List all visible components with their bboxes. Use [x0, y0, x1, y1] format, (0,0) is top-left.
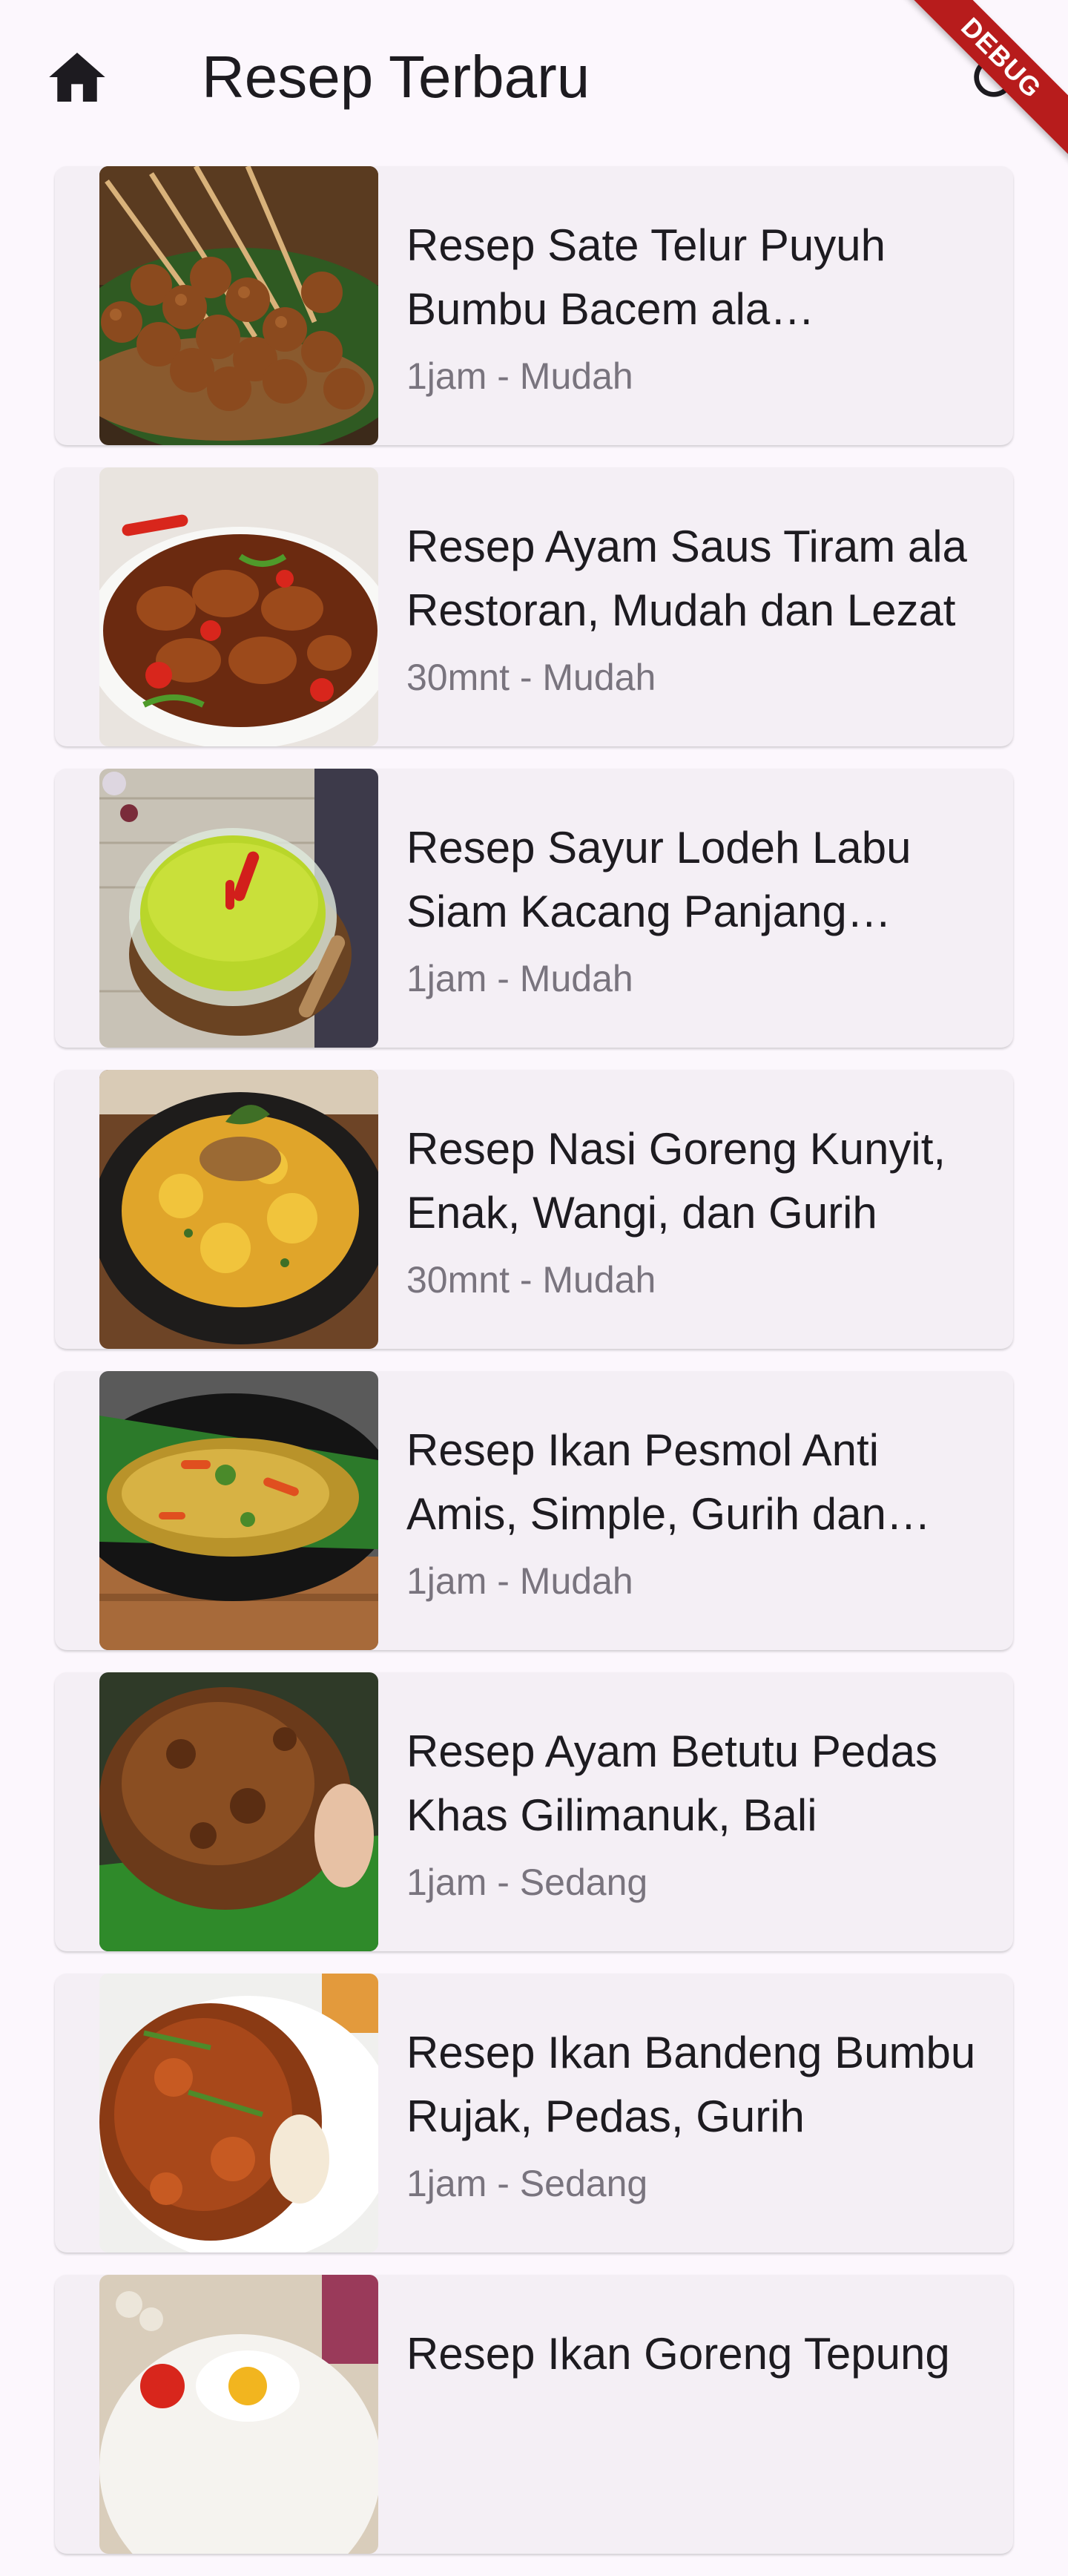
recipe-meta: 1jam - Sedang — [406, 1862, 648, 1903]
recipe-card[interactable]: Resep Ayam Saus Tiram ala Restoran, Muda… — [55, 467, 1013, 746]
recipe-title: Resep Ikan Goreng Tepung — [406, 2329, 950, 2379]
recipe-meta: 1jam - Mudah — [406, 1560, 633, 1602]
recipe-list: Resep Sate Telur Puyuh Bumbu Bacem ala A… — [55, 166, 1013, 2576]
app-bar: Resep Terbaru DEBUG — [0, 0, 1068, 183]
recipe-title: Resep Nasi Goreng Kunyit, Enak, Wangi, d… — [406, 1124, 946, 1238]
recipe-image-vegetable-lodeh — [99, 769, 378, 1048]
recipe-card[interactable]: Resep Ikan Pesmol Anti Amis, Simple, Gur… — [55, 1371, 1013, 1650]
recipe-title: Resep Ayam Saus Tiram ala Restoran, Muda… — [406, 522, 967, 635]
recipe-image-oyster-sauce-chicken — [99, 467, 378, 746]
recipe-image-quail-egg-satay — [99, 166, 378, 445]
debug-label: DEBUG — [876, 0, 1068, 183]
recipe-title: Resep Ayam Betutu Pedas Khas Gilimanuk, … — [406, 1726, 938, 1840]
recipe-title: Resep Sayur Lodeh Labu Siam Kacang Panja… — [406, 823, 912, 936]
recipe-meta: 1jam - Sedang — [406, 2163, 648, 2204]
recipe-image-fried-fish-egg — [99, 2275, 378, 2554]
page-title: Resep Terbaru — [202, 44, 590, 110]
recipe-meta: 1jam - Mudah — [406, 958, 633, 999]
recipe-meta: 1jam - Mudah — [406, 355, 633, 397]
recipe-card[interactable]: Resep Sayur Lodeh Labu Siam Kacang Panja… — [55, 769, 1013, 1048]
recipe-card[interactable]: Resep Ikan Goreng Tepung — [55, 2275, 1013, 2554]
recipe-image-milkfish-rujak — [99, 1974, 378, 2253]
recipe-title: Resep Ikan Bandeng Bumbu Rujak, Pedas, G… — [406, 2028, 976, 2141]
recipe-image-ayam-betutu — [99, 1672, 378, 1951]
recipe-card[interactable]: Resep Ikan Bandeng Bumbu Rujak, Pedas, G… — [55, 1974, 1013, 2253]
recipe-meta: 30mnt - Mudah — [406, 1259, 656, 1301]
recipe-image-fish-pesmol — [99, 1371, 378, 1650]
recipe-title: Resep Sate Telur Puyuh Bumbu Bacem ala A… — [406, 220, 886, 334]
recipe-meta: 30mnt - Mudah — [406, 657, 656, 698]
recipe-card[interactable]: Resep Ayam Betutu Pedas Khas Gilimanuk, … — [55, 1672, 1013, 1951]
home-icon[interactable] — [46, 49, 108, 105]
recipe-title: Resep Ikan Pesmol Anti Amis, Simple, Gur… — [406, 1425, 886, 1539]
recipe-card[interactable]: Resep Nasi Goreng Kunyit, Enak, Wangi, d… — [55, 1070, 1013, 1349]
recipe-image-turmeric-fried-rice — [99, 1070, 378, 1349]
recipe-card[interactable]: Resep Sate Telur Puyuh Bumbu Bacem ala A… — [55, 166, 1013, 445]
